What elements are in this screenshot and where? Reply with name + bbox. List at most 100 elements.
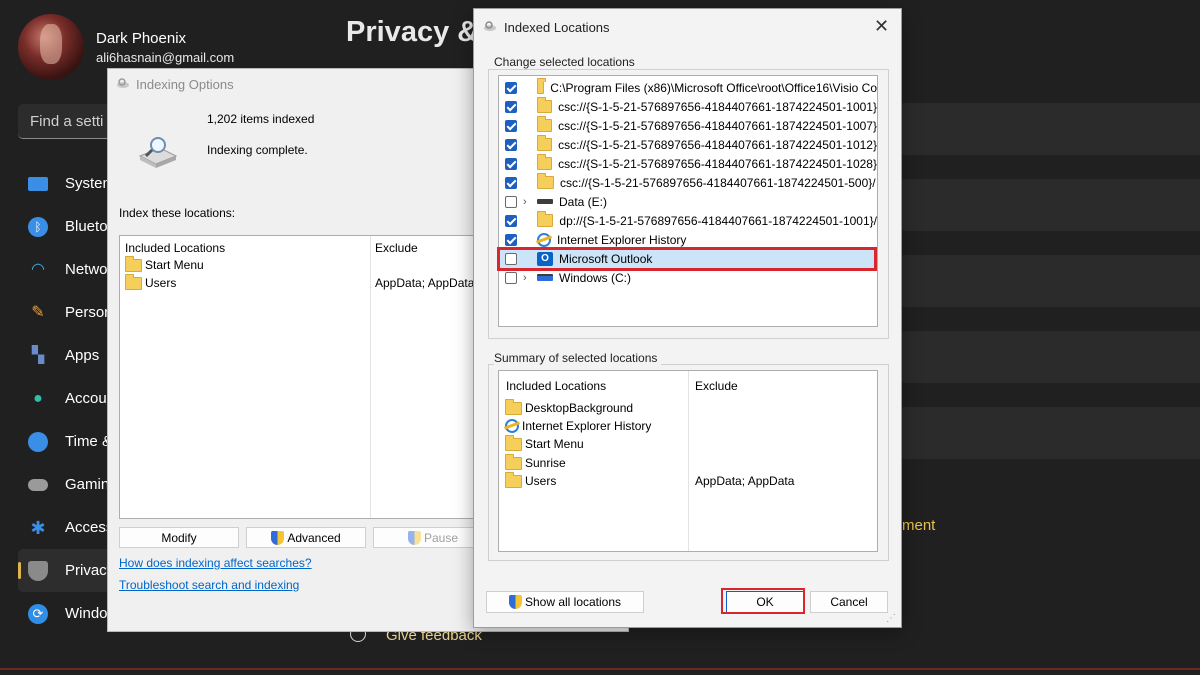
sidebar-item-apps[interactable]: ▚ Apps [18,334,118,377]
tree-item[interactable]: › Data (E:) [499,192,877,211]
location-checkbox[interactable] [505,271,517,284]
location-checkbox[interactable] [505,157,517,170]
monitor-icon [28,176,48,191]
settings-search-input[interactable]: Find a setti [18,104,118,139]
troubleshoot-link[interactable]: Troubleshoot search and indexing [119,578,299,592]
sidebar-item-accessibility[interactable]: ✱ Access [18,506,118,549]
sidebar-item-bluetooth[interactable]: ᛒ Blueto [18,205,118,248]
tree-item[interactable]: dp://{S-1-5-21-576897656-4184407661-1874… [499,211,877,230]
cancel-button[interactable]: Cancel [810,591,888,613]
search-placeholder: Find a setti [30,113,104,130]
column-header-included[interactable]: Included Locations [506,379,606,393]
tree-item[interactable]: C:\Program Files (x86)\Microsoft Office\… [499,78,877,97]
list-item[interactable]: Users [125,273,176,290]
location-checkbox[interactable] [505,119,517,132]
tree-item-label: Data (E:) [559,194,608,209]
wifi-icon: ◠ [31,260,45,278]
sidebar-item-windows-update[interactable]: ⟳ Windo [18,592,118,635]
advanced-label: Advanced [287,530,341,545]
folder-icon [537,173,554,189]
account-icon: ● [33,389,43,407]
summary-location-name: Sunrise [525,456,566,470]
sidebar-item-accounts[interactable]: ● Accou [18,377,118,420]
tree-item[interactable]: csc://{S-1-5-21-576897656-4184407661-187… [499,154,877,173]
tree-item-microsoft-outlook[interactable]: O Microsoft Outlook [499,249,877,268]
folder-icon [537,211,554,227]
summary-list[interactable]: Included Locations Exclude DesktopBackgr… [498,370,878,552]
settings-card-text: ment [902,517,936,534]
settings-card[interactable] [900,331,1200,383]
tree-item-label: Windows (C:) [559,270,632,285]
list-item[interactable]: Start Menu [505,434,584,451]
show-all-locations-button[interactable]: Show all locations [486,591,644,613]
column-divider [688,371,689,551]
chevron-right-icon[interactable]: › [523,196,533,208]
uac-shield-icon [407,530,421,545]
tree-item[interactable]: csc://{S-1-5-21-576897656-4184407661-187… [499,135,877,154]
sidebar-item-personalization[interactable]: ✎ Person [18,291,118,334]
location-checkbox[interactable] [505,176,517,189]
location-checkbox[interactable] [505,81,517,94]
tree-item-label: csc://{S-1-5-21-576897656-4184407661-187… [560,175,876,190]
indexing-help-link[interactable]: How does indexing affect searches? [119,556,312,570]
bluetooth-icon: ᛒ [28,216,48,237]
settings-card[interactable] [900,407,1200,459]
list-item[interactable]: DesktopBackground [505,398,633,415]
tree-item[interactable]: Internet Explorer History [499,230,877,249]
settings-card[interactable] [900,103,1200,155]
folder-icon [537,135,553,151]
list-item[interactable]: Users [505,471,557,488]
sidebar-item-gaming[interactable]: Gamin [18,463,118,506]
tree-item[interactable]: csc://{S-1-5-21-576897656-4184407661-187… [499,97,877,116]
tree-item[interactable]: › Windows (C:) [499,268,877,287]
indexing-icon [484,21,496,31]
list-item[interactable]: Start Menu [125,255,204,272]
folder-icon [505,434,522,451]
column-divider [370,236,371,518]
sidebar-item-network[interactable]: ◠ Netwo [18,248,118,291]
column-header-included[interactable]: Included Locations [125,241,225,255]
sidebar-item-label: Netwo [65,261,108,278]
location-exclude: AppData; AppData [375,276,475,290]
sidebar-item-label: Gamin [65,476,110,493]
column-header-exclude[interactable]: Exclude [695,379,738,393]
location-checkbox[interactable] [505,233,517,246]
pause-label: Pause [423,530,459,545]
settings-card[interactable] [900,255,1200,307]
location-checkbox[interactable] [505,138,517,151]
tree-item-label: Microsoft Outlook [559,251,653,266]
close-icon[interactable]: ✕ [874,16,889,37]
summary-location-name: Users [525,474,557,488]
locations-tree[interactable]: C:\Program Files (x86)\Microsoft Office\… [498,75,878,327]
location-checkbox[interactable] [505,214,517,227]
sidebar-item-system[interactable]: System [18,162,118,205]
location-checkbox[interactable] [505,195,517,208]
sidebar-item-label: Windo [65,605,108,622]
list-item[interactable]: Internet Explorer History [505,419,651,433]
tree-item[interactable]: csc://{S-1-5-21-576897656-4184407661-187… [499,173,877,192]
list-item[interactable]: Sunrise [505,453,566,470]
resize-grip-icon[interactable]: ⋰ [886,613,896,624]
chevron-right-icon[interactable]: › [523,272,533,284]
modify-button[interactable]: Modify [119,527,239,548]
location-checkbox[interactable] [505,100,517,113]
avatar[interactable] [18,14,84,80]
sidebar-item-time-language[interactable]: Time & [18,420,118,463]
sidebar-item-privacy[interactable]: Privacy [18,549,118,592]
accessibility-icon: ✱ [30,517,46,538]
included-locations-list[interactable]: Included Locations Exclude Start Menu Us… [119,235,501,519]
drive-icon [537,199,553,204]
settings-card[interactable] [900,179,1200,231]
modify-label: Modify [161,530,197,545]
clock-globe-icon [28,431,48,452]
windows-drive-icon [537,274,553,281]
show-all-label: Show all locations [524,595,622,609]
advanced-button[interactable]: Advanced [246,527,366,548]
column-header-exclude[interactable]: Exclude [375,241,418,255]
tree-item-label: dp://{S-1-5-21-576897656-4184407661-1874… [559,213,877,228]
update-icon: ⟳ [28,603,48,624]
folder-icon [125,273,142,290]
tree-item-label: C:\Program Files (x86)\Microsoft Office\… [550,80,877,95]
tree-item[interactable]: csc://{S-1-5-21-576897656-4184407661-187… [499,116,877,135]
location-checkbox[interactable] [505,252,517,265]
